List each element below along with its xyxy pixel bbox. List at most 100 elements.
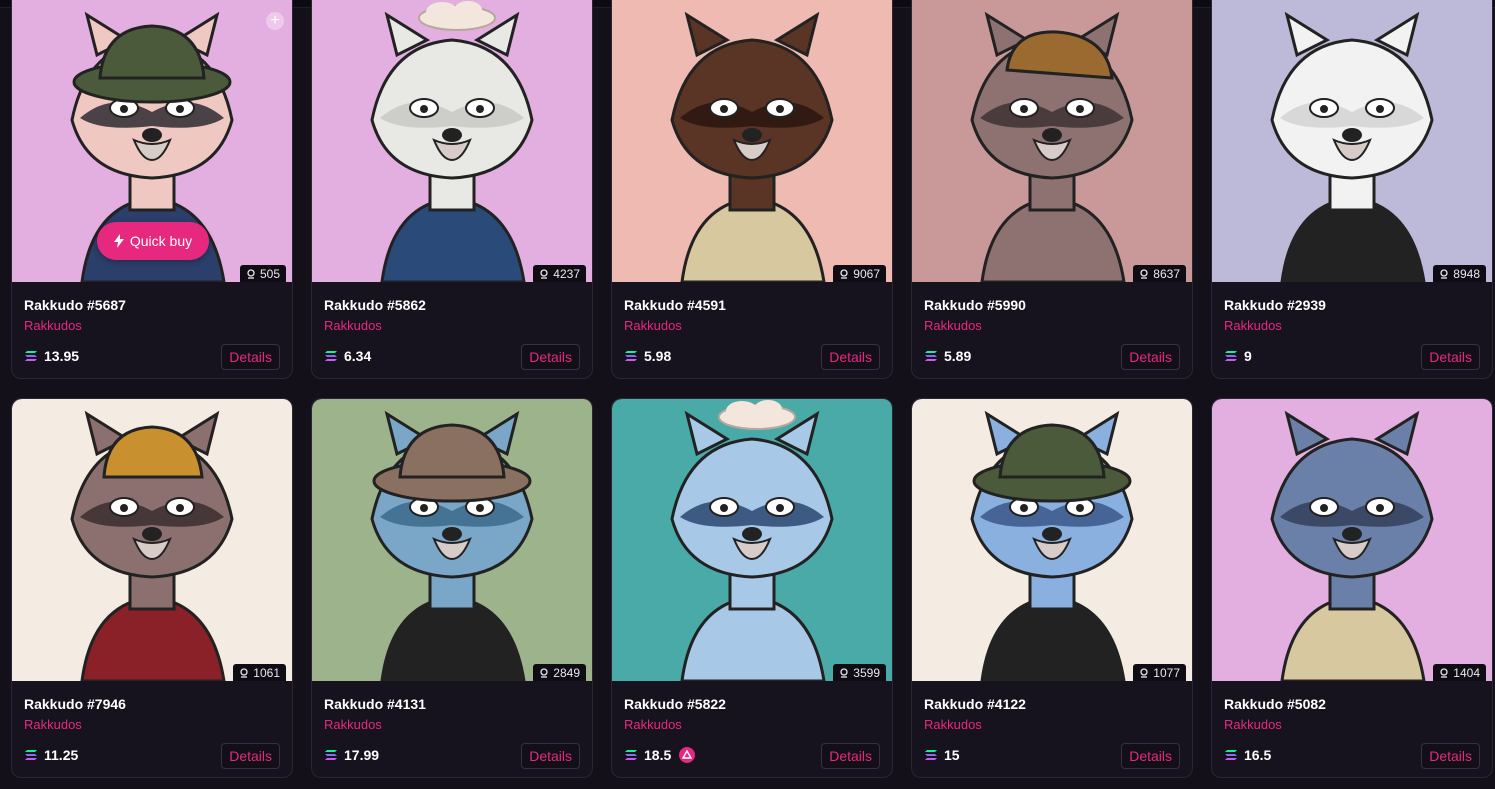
- collection-name[interactable]: Rakkudos: [24, 717, 82, 732]
- rank-icon: [1140, 668, 1148, 678]
- rarity-rank-badge: 505: [239, 265, 286, 282]
- solana-icon: [925, 351, 937, 361]
- rarity-rank-badge: 2849: [533, 664, 586, 681]
- add-to-cart-button[interactable]: +: [266, 12, 284, 30]
- solana-icon: [1225, 750, 1237, 760]
- solana-icon: [325, 750, 337, 760]
- quick-buy-label: Quick buy: [129, 233, 193, 249]
- nft-grid: + Quick buy 505 Rakkudo #5687 Rakkudos 1…: [11, 0, 1495, 789]
- rarity-rank: 3599: [853, 666, 880, 680]
- collection-name[interactable]: Rakkudos: [624, 318, 682, 333]
- rank-icon: [1440, 269, 1448, 279]
- nft-image[interactable]: 1077: [912, 399, 1192, 681]
- price: 11.25: [24, 747, 78, 763]
- nft-name[interactable]: Rakkudo #5990: [924, 297, 1026, 313]
- rank-icon: [540, 269, 548, 279]
- price: 18.5: [624, 747, 696, 763]
- quick-buy-button[interactable]: Quick buy: [97, 222, 209, 260]
- rarity-rank-badge: 1061: [233, 664, 286, 681]
- price: 16.5: [1224, 747, 1271, 763]
- price: 13.95: [24, 348, 79, 364]
- nft-card[interactable]: 9067 Rakkudo #4591 Rakkudos 5.98 Details: [611, 0, 893, 379]
- price: 17.99: [324, 747, 379, 763]
- listing-badge-icon: [679, 747, 696, 763]
- rarity-rank: 505: [259, 267, 280, 281]
- nft-name[interactable]: Rakkudo #2939: [1224, 297, 1326, 313]
- nft-name[interactable]: Rakkudo #5082: [1224, 696, 1326, 712]
- price: 6.34: [324, 348, 371, 364]
- details-button[interactable]: Details: [221, 743, 280, 769]
- nft-card[interactable]: 8637 Rakkudo #5990 Rakkudos 5.89 Details: [911, 0, 1193, 379]
- price: 5.89: [924, 348, 971, 364]
- rarity-rank-badge: 8637: [1133, 265, 1186, 282]
- details-button[interactable]: Details: [521, 743, 580, 769]
- nft-image[interactable]: 8948: [1212, 0, 1492, 282]
- rarity-rank: 1404: [1453, 666, 1480, 680]
- rarity-rank: 1077: [1153, 666, 1180, 680]
- nft-name[interactable]: Rakkudo #7946: [24, 696, 126, 712]
- nft-name[interactable]: Rakkudo #4131: [324, 696, 426, 712]
- collection-name[interactable]: Rakkudos: [624, 717, 682, 732]
- collection-name[interactable]: Rakkudos: [1224, 717, 1282, 732]
- price-value: 18.5: [644, 747, 672, 763]
- nft-name[interactable]: Rakkudo #5822: [624, 696, 726, 712]
- rarity-rank: 2849: [553, 666, 580, 680]
- rank-icon: [840, 668, 848, 678]
- nft-name[interactable]: Rakkudo #5687: [24, 297, 126, 313]
- price-value: 11.25: [44, 747, 79, 763]
- rarity-rank-badge: 4237: [533, 265, 586, 282]
- solana-icon: [925, 750, 937, 760]
- nft-image[interactable]: 8637: [912, 0, 1192, 282]
- solana-icon: [25, 351, 37, 361]
- nft-image[interactable]: 1404: [1212, 399, 1492, 681]
- nft-card[interactable]: + Quick buy 505 Rakkudo #5687 Rakkudos 1…: [11, 0, 293, 379]
- nft-name[interactable]: Rakkudo #4122: [924, 696, 1026, 712]
- nft-card[interactable]: 1404 Rakkudo #5082 Rakkudos 16.5 Details: [1211, 398, 1493, 778]
- nft-image[interactable]: 4237: [312, 0, 592, 282]
- price-value: 17.99: [344, 747, 380, 763]
- nft-name[interactable]: Rakkudo #4591: [624, 297, 726, 313]
- nft-image[interactable]: 2849: [312, 399, 592, 681]
- details-button[interactable]: Details: [1421, 344, 1480, 370]
- nft-image[interactable]: 3599: [612, 399, 892, 681]
- rank-icon: [1140, 269, 1148, 279]
- nft-image[interactable]: 1061: [12, 399, 292, 681]
- details-button[interactable]: Details: [221, 344, 280, 370]
- lightning-icon: [113, 234, 124, 248]
- solana-icon: [625, 351, 637, 361]
- collection-name[interactable]: Rakkudos: [924, 318, 982, 333]
- rarity-rank-badge: 8948: [1433, 265, 1486, 282]
- collection-name[interactable]: Rakkudos: [324, 318, 382, 333]
- collection-name[interactable]: Rakkudos: [24, 318, 82, 333]
- price-value: 5.98: [644, 348, 672, 364]
- nft-name[interactable]: Rakkudo #5862: [324, 297, 426, 313]
- nft-card[interactable]: 8948 Rakkudo #2939 Rakkudos 9 Details: [1211, 0, 1493, 379]
- price: 9: [1224, 348, 1252, 364]
- collection-name[interactable]: Rakkudos: [324, 717, 382, 732]
- nft-card[interactable]: 4237 Rakkudo #5862 Rakkudos 6.34 Details: [311, 0, 593, 379]
- nft-card[interactable]: 3599 Rakkudo #5822 Rakkudos 18.5 Details: [611, 398, 893, 778]
- nft-card[interactable]: 2849 Rakkudo #4131 Rakkudos 17.99 Detail…: [311, 398, 593, 778]
- rarity-rank: 8948: [1453, 267, 1480, 281]
- price-value: 6.34: [344, 348, 372, 364]
- nft-image[interactable]: 9067: [612, 0, 892, 282]
- price: 15: [924, 747, 960, 763]
- price-value: 13.95: [44, 348, 80, 364]
- solana-icon: [625, 750, 637, 760]
- solana-icon: [325, 351, 337, 361]
- details-button[interactable]: Details: [1121, 344, 1180, 370]
- rarity-rank-badge: 1077: [1133, 664, 1186, 681]
- details-button[interactable]: Details: [821, 344, 880, 370]
- price-value: 9: [1244, 348, 1252, 364]
- details-button[interactable]: Details: [1121, 743, 1180, 769]
- collection-name[interactable]: Rakkudos: [924, 717, 982, 732]
- nft-image[interactable]: + Quick buy 505: [12, 0, 292, 282]
- details-button[interactable]: Details: [1421, 743, 1480, 769]
- solana-icon: [1225, 351, 1237, 361]
- nft-card[interactable]: 1077 Rakkudo #4122 Rakkudos 15 Details: [911, 398, 1193, 778]
- nft-card[interactable]: 1061 Rakkudo #7946 Rakkudos 11.25 Detail…: [11, 398, 293, 778]
- details-button[interactable]: Details: [521, 344, 580, 370]
- details-button[interactable]: Details: [821, 743, 880, 769]
- collection-name[interactable]: Rakkudos: [1224, 318, 1282, 333]
- rank-icon: [1440, 668, 1448, 678]
